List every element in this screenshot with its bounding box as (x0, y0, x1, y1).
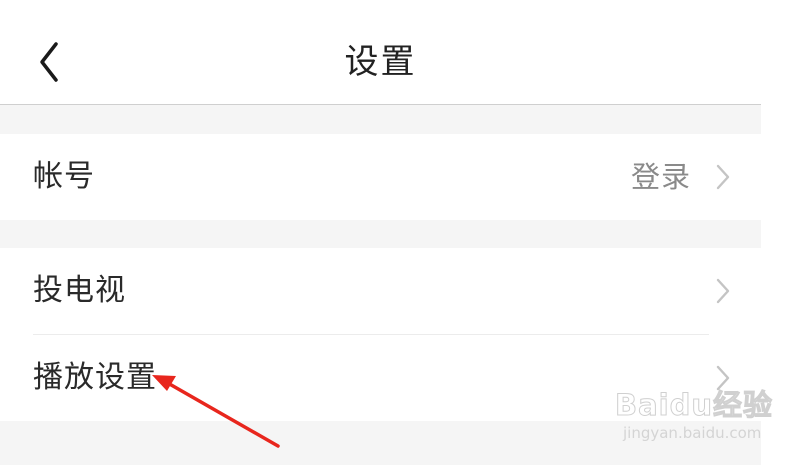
settings-item-label: 投电视 (33, 273, 126, 308)
watermark-url: jingyan.baidu.com (623, 424, 762, 442)
section-gap (0, 105, 761, 134)
page-title: 设置 (344, 42, 417, 82)
chevron-right-icon (716, 278, 730, 304)
watermark-logo: Baidu经验 (614, 388, 774, 423)
settings-item-label: 帐号 (33, 159, 95, 194)
settings-screen: 设置 帐号 登录 投电视 播放设置 Baidu经验 jingyan.baidu. (0, 0, 803, 465)
baidu-watermark: Baidu经验 jingyan.baidu.com (614, 382, 775, 454)
settings-item-cast-tv[interactable]: 投电视 (0, 248, 761, 334)
settings-item-account[interactable]: 帐号 登录 (0, 134, 761, 220)
login-link[interactable]: 登录 (631, 134, 691, 220)
navigation-bar: 设置 (0, 0, 761, 105)
red-arrow-icon (152, 375, 280, 448)
chevron-right-icon (716, 164, 730, 190)
settings-item-label: 播放设置 (33, 360, 157, 395)
section-gap (0, 220, 761, 248)
